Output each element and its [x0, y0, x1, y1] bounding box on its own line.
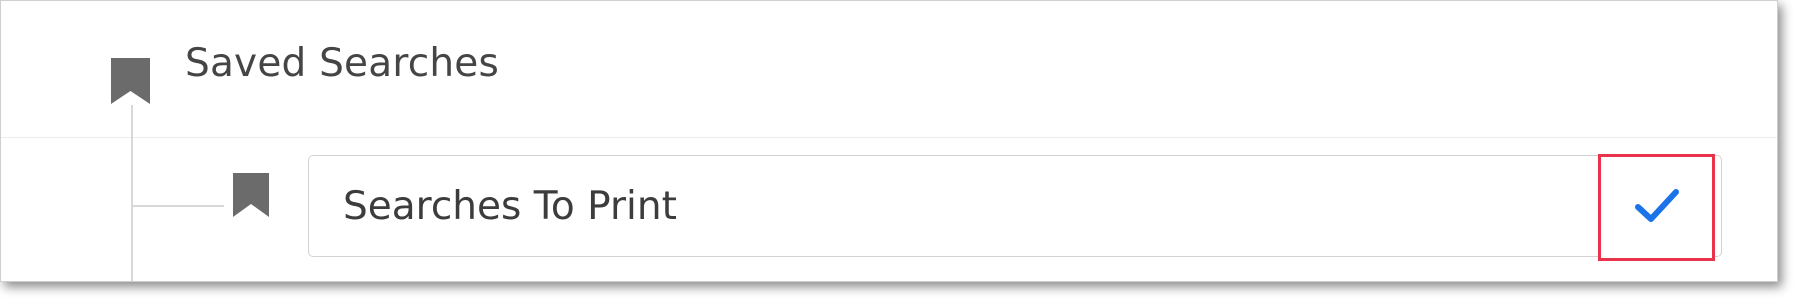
tree-connector-vertical [131, 105, 133, 281]
confirm-button[interactable] [1598, 154, 1715, 261]
bookmark-icon [109, 56, 152, 106]
saved-search-name-value: Searches To Print [343, 183, 677, 229]
saved-search-name-input[interactable]: Searches To Print [308, 155, 1722, 257]
saved-searches-panel: Saved Searches Searches To Print [0, 0, 1778, 282]
saved-searches-label: Saved Searches [185, 41, 499, 86]
tree-connector-horizontal [132, 205, 224, 207]
child-bookmark-icon [231, 171, 271, 219]
checkmark-icon [1634, 187, 1680, 229]
